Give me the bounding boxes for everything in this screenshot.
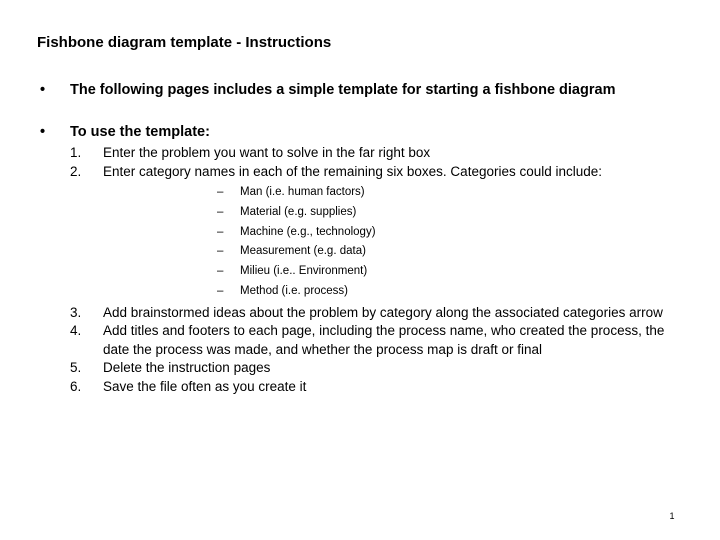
slide-body: • The following pages includes a simple … [0,80,720,396]
list-item: – Method (i.e. process) [103,282,680,302]
list-item: – Man (i.e. human factors) [103,183,680,203]
list-item: 4. Add titles and footers to each page, … [0,322,720,359]
list-item: 5. Delete the instruction pages [0,359,720,378]
step-number: 6. [70,378,82,394]
dash-marker-icon: – [217,284,224,297]
slide-canvas: Fishbone diagram template - Instructions… [0,0,720,540]
category-label: Milieu (i.e.. Environment) [240,265,368,278]
list-item: – Milieu (i.e.. Environment) [103,262,680,282]
step-number: 5. [70,360,82,376]
dash-marker-icon: – [217,225,224,238]
step-text: Enter category names in each of the rema… [103,163,603,179]
bullet-item-usage-label: To use the template: [70,124,210,140]
bullet-item-intro: • The following pages includes a simple … [0,80,720,100]
page-title: Fishbone diagram template - Instructions [37,34,332,51]
step-number: 2. [70,163,82,179]
category-label: Measurement (e.g. data) [240,245,366,258]
category-label: Method (i.e. process) [240,284,349,297]
list-item: 3. Add brainstormed ideas about the prob… [0,304,720,323]
step-text: Add titles and footers to each page, inc… [103,323,665,357]
list-item: – Measurement (e.g. data) [103,242,680,262]
bullet-marker-icon: • [40,82,46,98]
step-number: 3. [70,304,82,320]
bullet-item-usage: • To use the template: [0,122,720,142]
list-item: – Material (e.g. supplies) [103,203,680,223]
list-item: 6. Save the file often as you create it [0,378,720,397]
step-number: 1. [70,145,82,160]
list-item: – Machine (e.g., technology) [103,223,680,243]
list-item: 2. Enter category names in each of the r… [0,163,720,302]
page-number: 1 [669,511,675,521]
bullet-item-intro-label: The following pages includes a simple te… [70,82,616,98]
step-text: Add brainstormed ideas about the problem… [103,304,663,320]
step-number: 4. [70,323,82,339]
category-examples-list: – Man (i.e. human factors) – Material (e… [103,183,680,302]
category-label: Machine (e.g., technology) [240,225,376,238]
dash-marker-icon: – [217,205,224,218]
bullet-marker-icon: • [40,124,46,140]
step-text: Delete the instruction pages [103,360,271,376]
step-text: Save the file often as you create it [103,378,307,394]
step-text: Enter the problem you want to solve in t… [103,145,431,160]
instruction-steps-list: 1. Enter the problem you want to solve i… [0,144,720,396]
dash-marker-icon: – [217,265,224,278]
category-label: Man (i.e. human factors) [240,186,365,198]
list-item: 1. Enter the problem you want to solve i… [0,144,720,163]
dash-marker-icon: – [217,245,224,258]
dash-marker-icon: – [217,186,224,198]
category-label: Material (e.g. supplies) [240,205,357,218]
